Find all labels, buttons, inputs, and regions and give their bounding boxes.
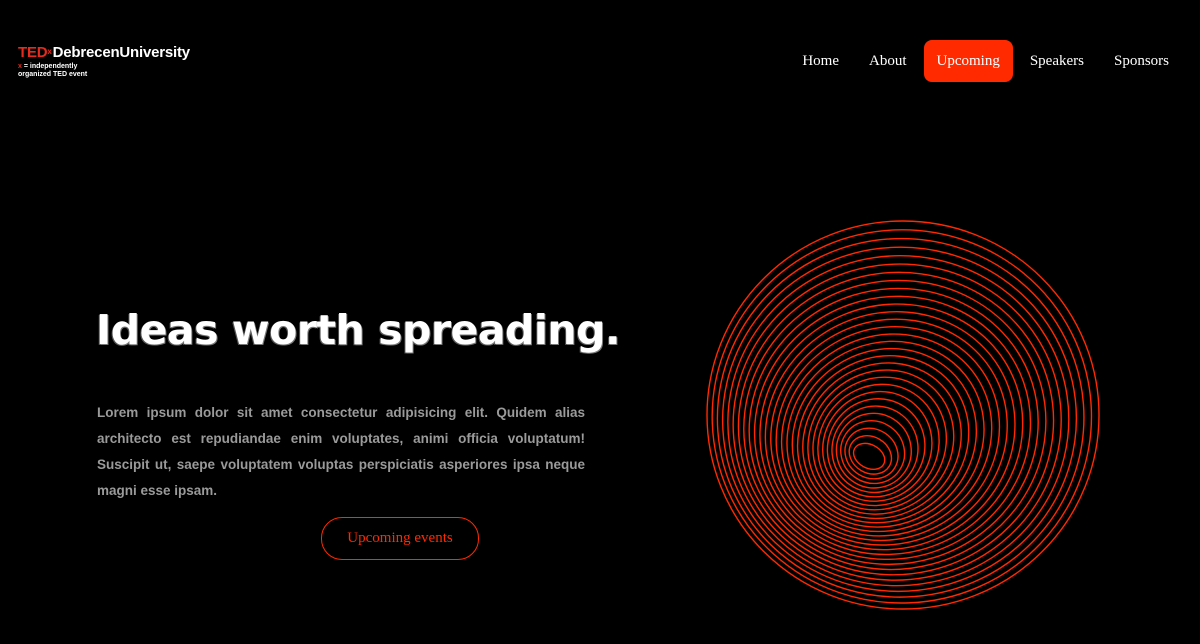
main-nav: Home About Upcoming Speakers Sponsors <box>789 40 1182 82</box>
logo-x-mark: x <box>47 47 52 56</box>
logo-subtitle: x = independently organized TED event <box>18 63 190 79</box>
nav-item-home[interactable]: Home <box>789 40 852 82</box>
nav-item-upcoming[interactable]: Upcoming <box>923 40 1013 82</box>
upcoming-events-button[interactable]: Upcoming events <box>321 517 479 560</box>
spiral-ring <box>852 442 886 471</box>
page: TEDxDebrecenUniversity x = independently… <box>0 0 1200 644</box>
hero-title: Ideas worth spreading. <box>96 306 621 354</box>
spiral-ring <box>770 318 1008 546</box>
nav-item-about[interactable]: About <box>856 40 920 82</box>
spiral-ring <box>835 412 912 489</box>
spiral-sphere-icon <box>706 220 1100 610</box>
logo-sub-line2: organized TED event <box>18 71 88 78</box>
logo-ted-text: TED <box>18 44 48 61</box>
tedx-logo[interactable]: TEDxDebrecenUniversity x = independently… <box>18 45 190 79</box>
nav-item-sponsors[interactable]: Sponsors <box>1101 40 1182 82</box>
logo-sub-line1: x = independently <box>18 63 190 71</box>
spiral-ring <box>721 246 1078 593</box>
logo-title: TEDxDebrecenUniversity <box>18 45 190 61</box>
nav-item-speakers[interactable]: Speakers <box>1017 40 1097 82</box>
hero-description: Lorem ipsum dolor sit amet consectetur a… <box>97 405 585 498</box>
spiral-rings <box>706 220 1100 610</box>
spiral-ring <box>844 427 899 480</box>
spiral-ring <box>759 303 1024 556</box>
logo-sub-text1: = independently <box>21 63 78 70</box>
logo-event-name: DebrecenUniversity <box>52 44 190 61</box>
